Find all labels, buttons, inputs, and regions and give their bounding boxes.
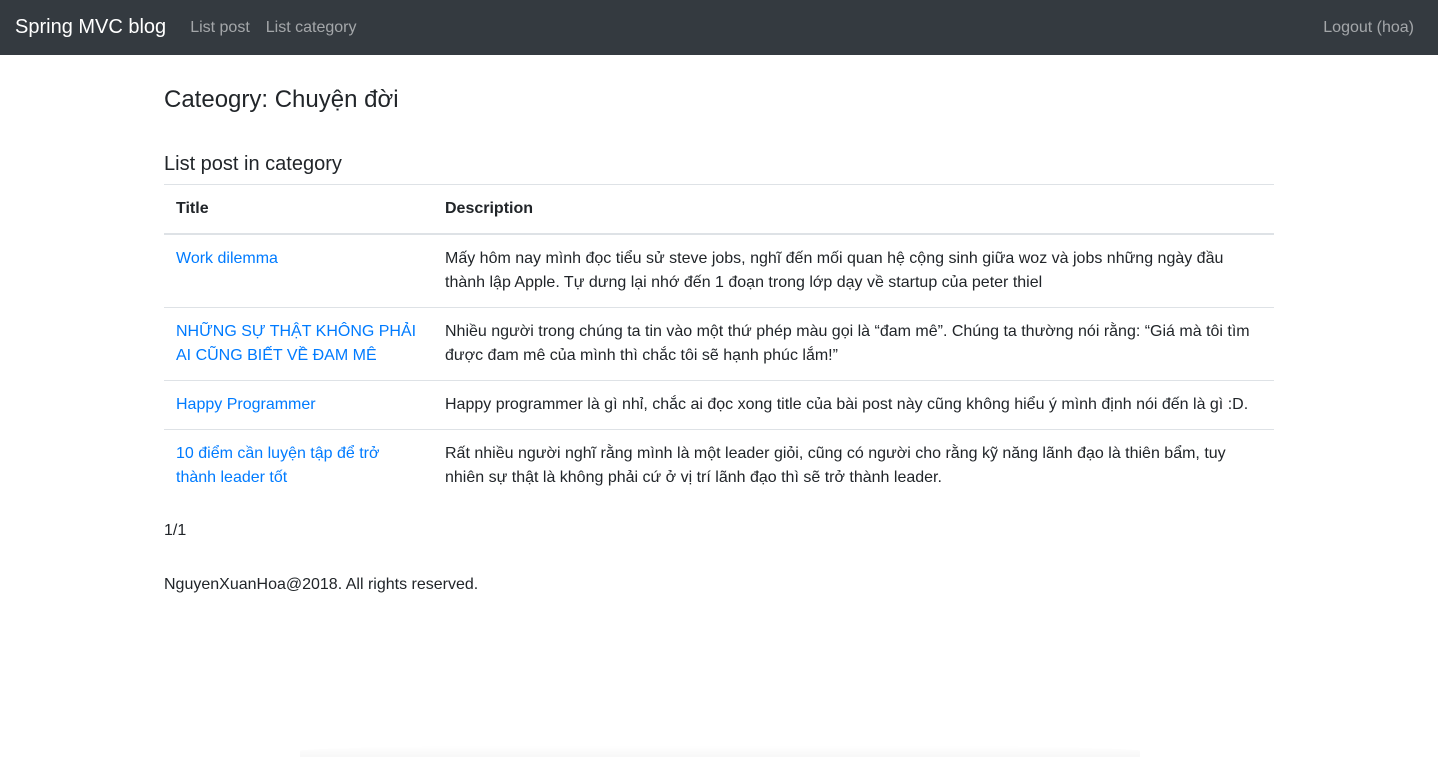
main-content: Cateogry: Chuyện đời List post in catego… (164, 55, 1274, 597)
post-title-cell: Work dilemma (164, 234, 433, 308)
post-description-cell: Mấy hôm nay mình đọc tiểu sử steve jobs,… (445, 250, 1224, 291)
table-body: Work dilemma Mấy hôm nay mình đọc tiểu s… (164, 234, 1274, 502)
top-navbar: Spring MVC blog List post List category … (0, 0, 1438, 55)
post-title-cell: Happy Programmer (164, 380, 433, 430)
table-row: Work dilemma Mấy hôm nay mình đọc tiểu s… (164, 234, 1274, 308)
post-title-link[interactable]: NHỮNG SỰ THẬT KHÔNG PHẢI AI CŨNG BIẾT VỀ… (176, 323, 416, 364)
post-title-cell: NHỮNG SỰ THẬT KHÔNG PHẢI AI CŨNG BIẾT VỀ… (164, 307, 433, 381)
column-header-description: Description (433, 185, 1274, 235)
table-row: 10 điểm cần luyện tập để trở thành leade… (164, 429, 1274, 502)
section-title: List post in category (164, 152, 1274, 185)
nav-list-category[interactable]: List category (266, 19, 357, 37)
table-row: Happy Programmer Happy programmer là gì … (164, 380, 1274, 430)
page-title: Cateogry: Chuyện đời (164, 86, 399, 113)
brand-link[interactable]: Spring MVC blog (15, 16, 166, 39)
posts-table: Title Description Work dilemma Mấy hôm n… (164, 185, 1274, 502)
post-description-cell: Nhiều người trong chúng ta tin vào một t… (433, 307, 1274, 381)
table-row: NHỮNG SỰ THẬT KHÔNG PHẢI AI CŨNG BIẾT VỀ… (164, 307, 1274, 381)
post-description-cell: Happy programmer là gì nhỉ, chắc ai đọc … (433, 380, 1274, 430)
footer-copyright: NguyenXuanHoa@2018. All rights reserved. (164, 576, 479, 593)
bottom-shadow (300, 745, 1140, 757)
pagination-indicator: 1/1 (164, 522, 187, 539)
nav-list-post[interactable]: List post (190, 19, 250, 37)
logout-link[interactable]: Logout (hoa) (1323, 19, 1414, 37)
table-header-row: Title Description (164, 185, 1274, 235)
column-header-title: Title (164, 185, 433, 235)
post-description-cell: Rất nhiều người nghĩ rằng mình là một le… (433, 429, 1274, 502)
table-header: Title Description (164, 185, 1274, 235)
post-title-link[interactable]: Work dilemma (176, 250, 278, 267)
post-title-link[interactable]: 10 điểm cần luyện tập để trở thành leade… (176, 445, 380, 486)
post-title-link[interactable]: Happy Programmer (176, 396, 316, 413)
post-title-cell: 10 điểm cần luyện tập để trở thành leade… (164, 429, 433, 502)
